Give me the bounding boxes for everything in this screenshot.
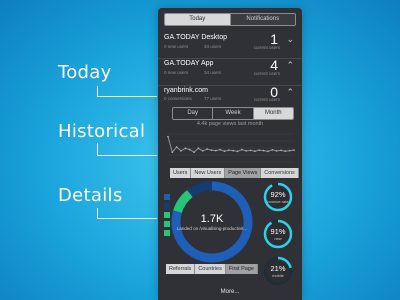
tab-notifications[interactable]: Notifications: [230, 14, 295, 25]
site-stat-1: 0 new users: [164, 44, 189, 49]
site-stat-2: 77 users: [204, 96, 222, 101]
tab-conversions[interactable]: Conversions: [261, 168, 299, 178]
chart-point: [236, 150, 239, 153]
site-stat-1: 0 new users: [164, 70, 189, 75]
chart-point: [210, 149, 213, 151]
donut-value: 1.7K: [200, 213, 224, 225]
new-label: new: [274, 236, 282, 241]
chart-point: [227, 149, 230, 151]
divider: [158, 85, 302, 86]
current-users-value: 1: [270, 31, 278, 47]
chart-point: [206, 148, 208, 150]
chart-point: [280, 149, 282, 152]
chart-point: [275, 150, 278, 152]
chart-point: [193, 151, 195, 154]
current-users-value: 4: [270, 57, 278, 73]
period-tabs: Day Week Month: [172, 107, 294, 120]
chart-point: [167, 135, 169, 138]
callout-historical-tick: [97, 143, 98, 155]
bounce-rate-value: 92%: [270, 190, 286, 199]
tab-week[interactable]: Week: [213, 108, 254, 119]
site-title: GA.TODAY App: [164, 60, 214, 67]
tab-referrals[interactable]: Referrals: [166, 264, 196, 274]
callout-today-tick: [97, 86, 98, 96]
chart-point: [254, 150, 256, 153]
tab-today[interactable]: Today: [165, 14, 231, 25]
chart-point: [180, 150, 182, 152]
list-item[interactable]: ryanbrink.com 0 conversions 77 users 0 c…: [164, 85, 296, 103]
list-item[interactable]: GA.TODAY App 0 new users 34 users 4 curr…: [164, 57, 296, 82]
list-item[interactable]: GA.TODAY Desktop 0 new users 34 users 1 …: [164, 31, 296, 56]
chevron-up-icon[interactable]: ⌃: [286, 87, 294, 98]
donut-label: Landed on /visualising-productivit...: [176, 226, 248, 231]
site-stat-1: 0 conversions: [164, 96, 192, 101]
chart-point: [197, 147, 200, 150]
tab-day[interactable]: Day: [173, 108, 214, 119]
sparkline-chart: [167, 133, 295, 163]
chart-point: [258, 149, 261, 151]
tab-new-users[interactable]: New Users: [191, 168, 226, 178]
tab-month[interactable]: Month: [253, 108, 293, 119]
chart-point: [284, 150, 287, 153]
callout-details-tick: [97, 208, 98, 218]
chart-point: [267, 150, 269, 153]
metric-tabs: Users New Users Page Views Conversions: [170, 168, 299, 178]
chevron-down-icon[interactable]: ⌄: [286, 34, 294, 45]
mobile-label: mobile: [272, 273, 284, 278]
chart-point: [201, 150, 204, 152]
chart-point: [262, 149, 265, 152]
chart-point: [245, 150, 248, 152]
site-title: GA.TODAY Desktop: [164, 34, 228, 41]
mobile-value: 21%: [270, 264, 286, 273]
top-tabs: Today Notifications: [164, 13, 296, 26]
chart-point: [171, 151, 174, 154]
current-users-label: current users: [253, 71, 280, 76]
chart-point: [271, 149, 274, 151]
tab-users[interactable]: Users: [170, 168, 192, 178]
divider: [158, 58, 302, 59]
chart-point: [241, 148, 243, 151]
chart-point: [188, 148, 191, 151]
chart-point: [232, 149, 235, 152]
chart-caption: 4.4k page views last month: [196, 121, 264, 127]
new-value: 91%: [270, 227, 286, 236]
callout-today: Today: [58, 62, 112, 83]
chart-point: [175, 146, 178, 148]
site-title: ryanbrink.com: [164, 87, 208, 94]
callout-details-line: [97, 218, 157, 219]
site-stat-2: 34 users: [204, 70, 222, 75]
tab-countries[interactable]: Countries: [195, 264, 226, 274]
chart-point: [249, 149, 252, 152]
tab-page-views[interactable]: Page Views: [225, 168, 262, 178]
current-users-label: current users: [253, 97, 280, 102]
callout-historical: Historical: [58, 121, 146, 142]
current-users-label: current users: [253, 45, 280, 50]
chart-point: [293, 149, 295, 151]
callout-today-line: [97, 96, 157, 97]
callout-details: Details: [58, 185, 123, 206]
chart-point: [214, 149, 217, 152]
site-stat-2: 34 users: [204, 44, 222, 49]
detail-tabs: Referrals Countries First Page: [166, 264, 258, 274]
more-link[interactable]: More...: [158, 289, 302, 295]
chart-point: [184, 147, 187, 150]
widget-panel: Today Notifications GA.TODAY Desktop 0 n…: [158, 8, 302, 300]
tab-first-page[interactable]: First Page: [225, 264, 258, 274]
bounce-rate-label: bounce rate: [267, 199, 289, 204]
chevron-up-icon[interactable]: ⌃: [286, 60, 294, 71]
chart-point: [288, 149, 291, 152]
chart-point: [223, 150, 226, 153]
chart-point: [219, 148, 221, 151]
callout-historical-line: [97, 155, 157, 156]
